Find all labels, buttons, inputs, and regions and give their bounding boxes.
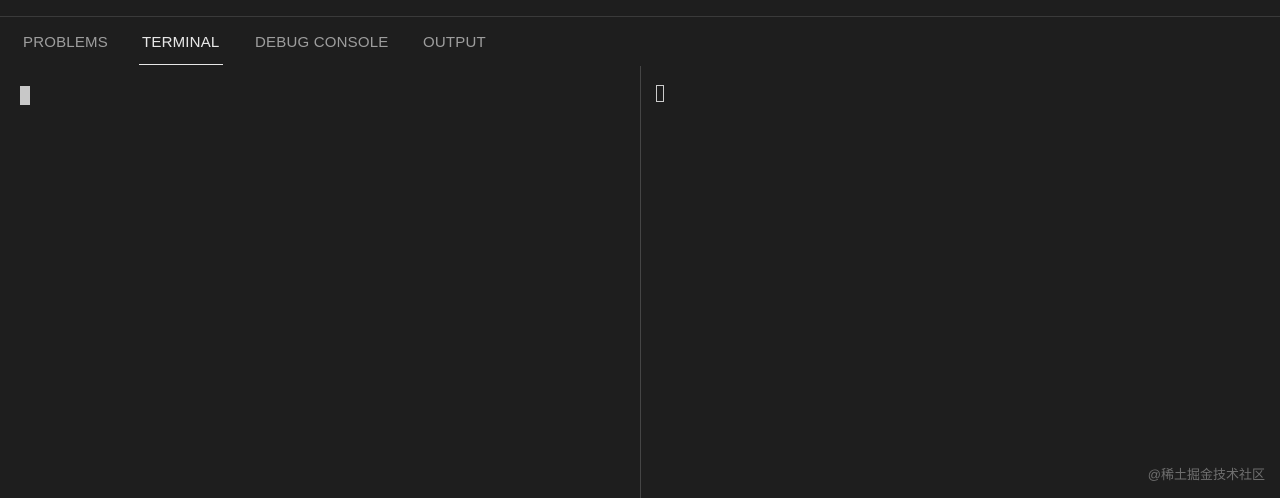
- tab-debug-console[interactable]: DEBUG CONSOLE: [255, 17, 388, 65]
- terminal-cursor: [20, 86, 30, 105]
- editor-area-edge: [0, 0, 1280, 17]
- tab-terminal[interactable]: TERMINAL: [142, 17, 219, 65]
- terminal-pane-left[interactable]: [0, 66, 640, 498]
- watermark: @稀土掘金技术社区: [1147, 467, 1265, 482]
- tab-problems[interactable]: PROBLEMS: [23, 17, 108, 65]
- tab-output[interactable]: OUTPUT: [423, 17, 486, 65]
- active-tab-indicator: [139, 64, 223, 65]
- terminal-cursor-unfocused: [656, 85, 664, 102]
- terminal-pane-right[interactable]: [641, 66, 1280, 498]
- panel-tab-bar: PROBLEMS TERMINAL DEBUG CONSOLE OUTPUT: [0, 17, 1280, 65]
